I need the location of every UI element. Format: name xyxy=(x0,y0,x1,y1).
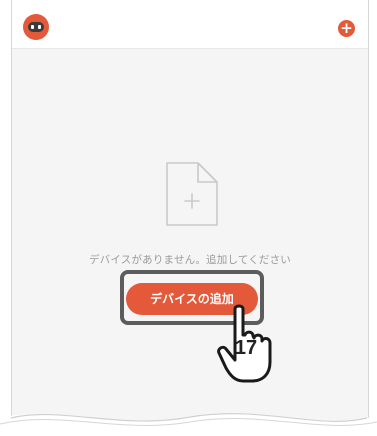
torn-edge xyxy=(0,412,377,436)
avatar-eye-left xyxy=(31,25,34,29)
avatar-face xyxy=(28,22,44,32)
step-number: 17 xyxy=(234,337,258,359)
empty-state-message: デバイスがありません。追加してください xyxy=(88,254,292,266)
app-screen: + デバイスがありません。追加してください デバイスの追加 xyxy=(11,0,369,436)
screenshot: + デバイスがありません。追加してください デバイスの追加 17 xyxy=(0,0,377,436)
add-file-icon xyxy=(164,160,220,232)
plus-circle-icon[interactable]: + xyxy=(338,20,355,37)
avatar-eye-right xyxy=(38,25,41,29)
robot-avatar-icon[interactable] xyxy=(23,14,49,40)
top-bar: + xyxy=(12,0,368,49)
